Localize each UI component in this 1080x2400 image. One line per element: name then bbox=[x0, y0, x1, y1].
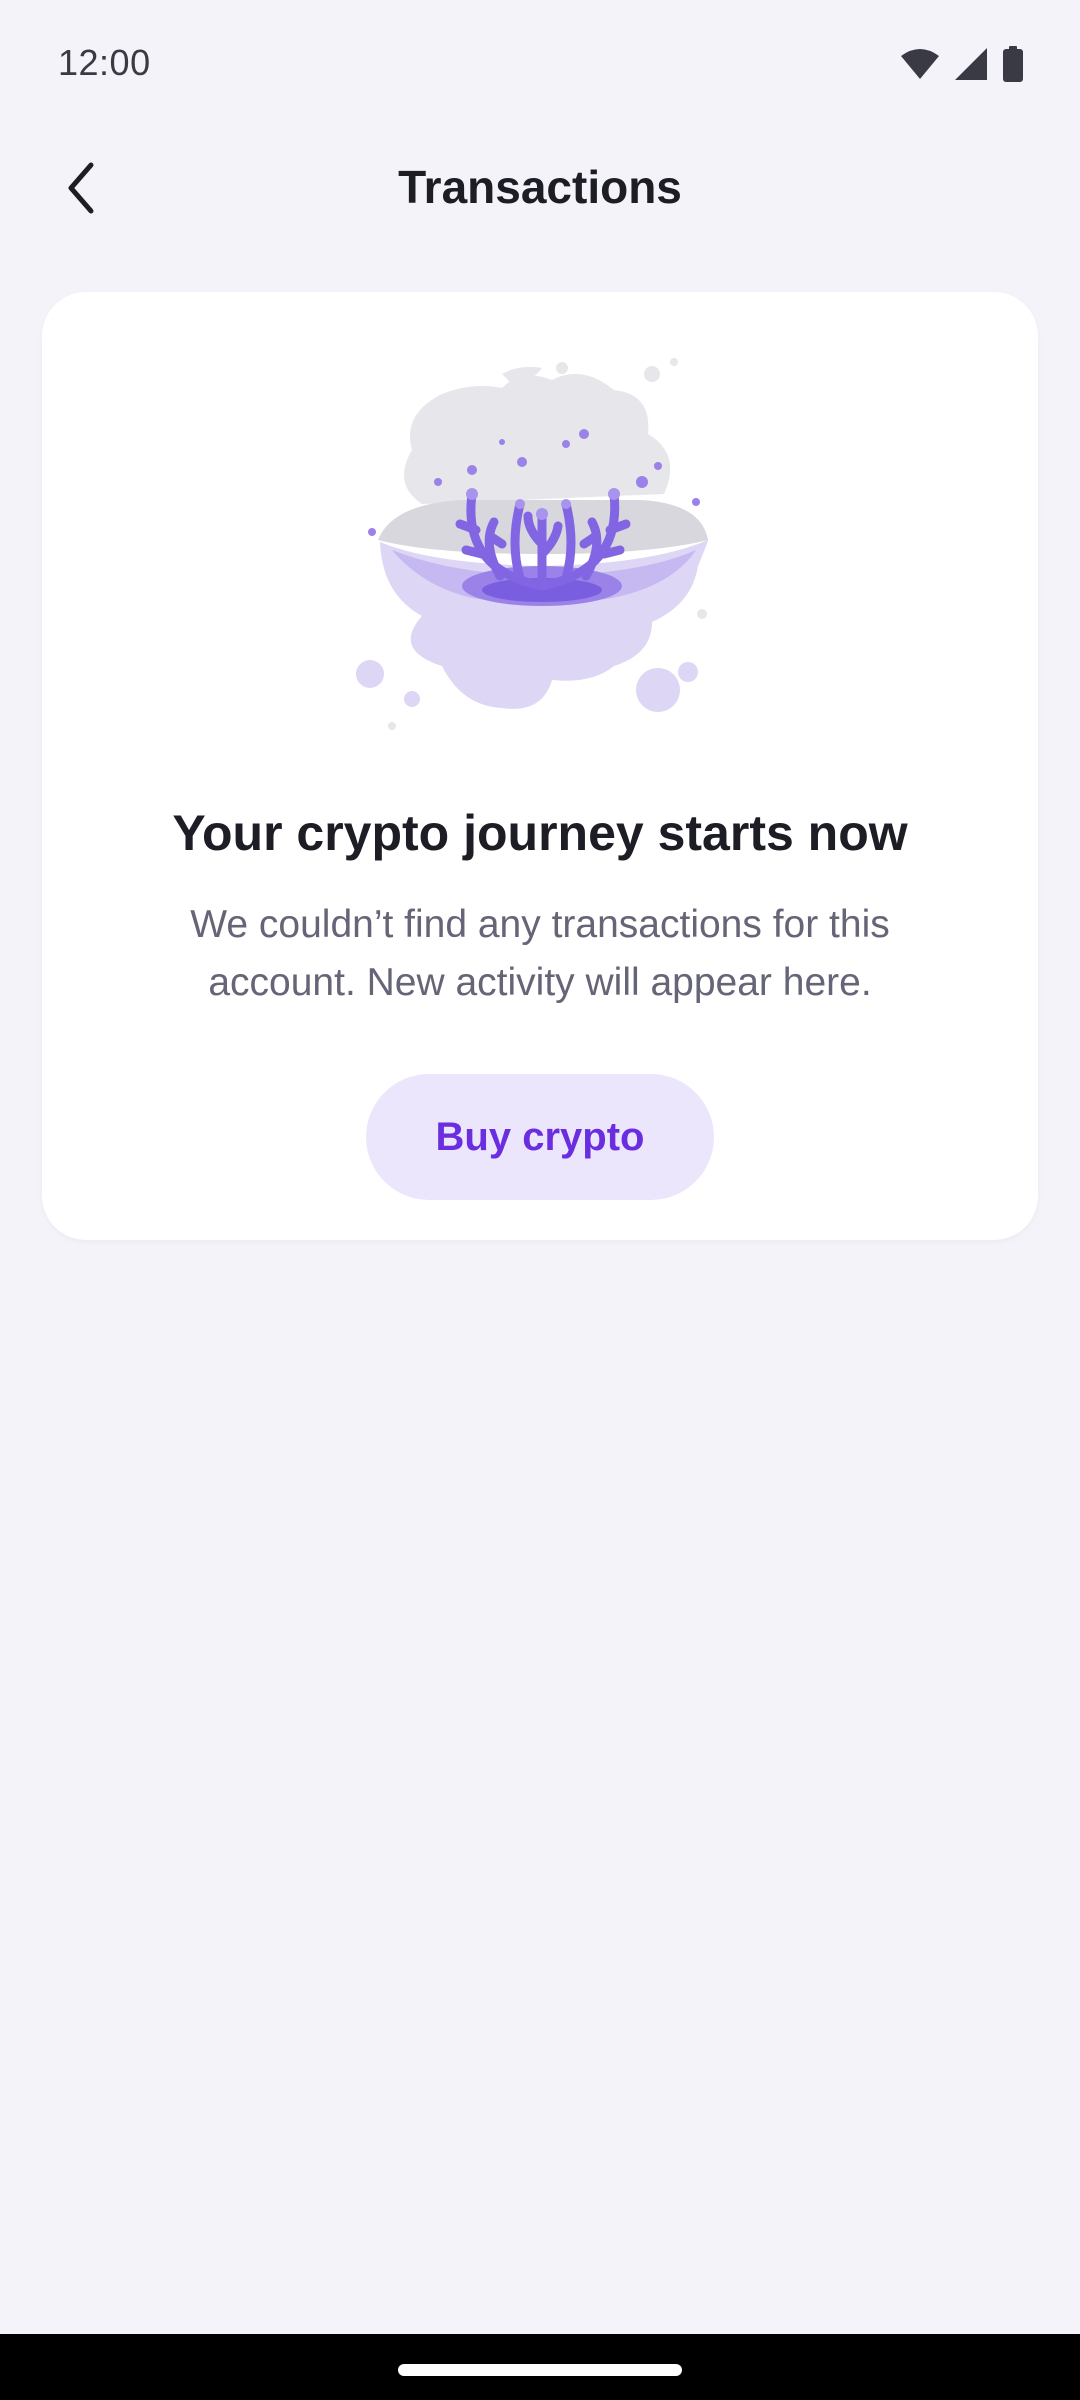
status-icons bbox=[900, 46, 1024, 87]
status-time: 12:00 bbox=[58, 42, 151, 83]
battery-icon bbox=[1002, 46, 1024, 87]
empty-state-title: Your crypto journey starts now bbox=[172, 805, 908, 861]
buy-crypto-button[interactable]: Buy crypto bbox=[366, 1074, 714, 1200]
system-navigation-bar bbox=[0, 2334, 1080, 2400]
transactions-screen: 12:00 Transactions Your crypto journey s… bbox=[0, 0, 1080, 2400]
coral-illustration bbox=[352, 354, 728, 734]
home-indicator[interactable] bbox=[398, 2364, 682, 2376]
empty-state-card: Your crypto journey starts now We couldn… bbox=[42, 292, 1038, 1240]
empty-state-message: We couldn’t find any transactions for th… bbox=[190, 903, 890, 1004]
wifi-icon bbox=[900, 48, 940, 85]
cellular-signal-icon bbox=[954, 47, 988, 86]
status-bar: 12:00 bbox=[0, 0, 1080, 130]
page-title: Transactions bbox=[398, 161, 682, 213]
app-bar: Transactions bbox=[0, 130, 1080, 250]
